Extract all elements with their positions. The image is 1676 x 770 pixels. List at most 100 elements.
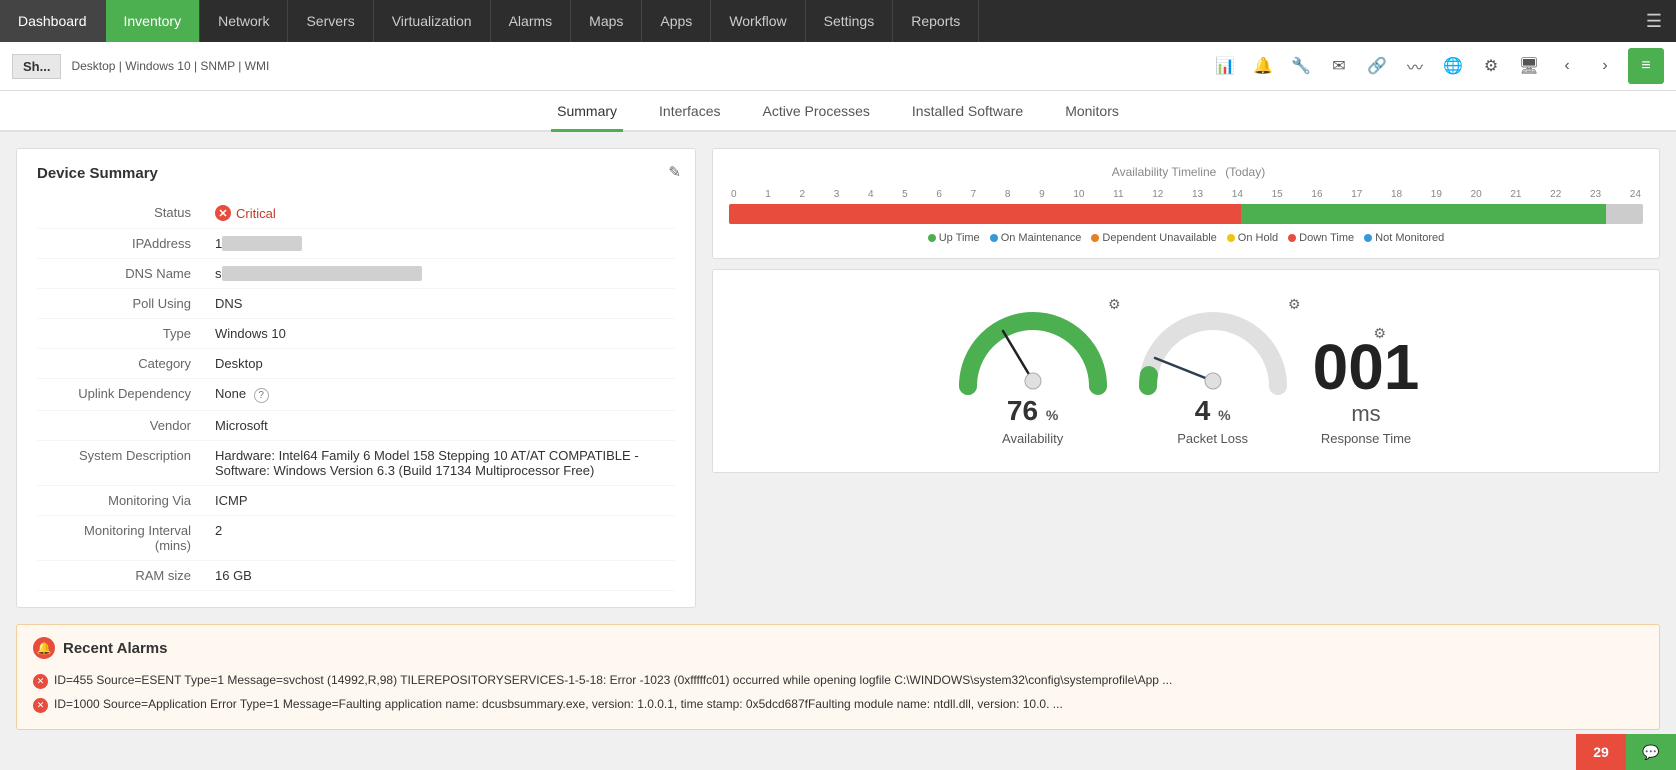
email-icon[interactable]: ✉ xyxy=(1324,51,1354,81)
availability-label: Availability xyxy=(1002,431,1063,446)
monitor-icon[interactable]: 🖥 xyxy=(1514,51,1544,81)
tab-active-processes[interactable]: Active Processes xyxy=(757,91,876,132)
field-ram-value: 16 GB xyxy=(207,561,675,591)
dns-blurred xyxy=(222,266,422,281)
device-summary-title: Device Summary xyxy=(37,165,675,182)
field-dns-label: DNS Name xyxy=(37,259,207,289)
alarms-title-text: Recent Alarms xyxy=(63,640,168,657)
field-ip: IPAddress 1 xyxy=(37,229,675,259)
critical-text: Critical xyxy=(236,206,276,221)
field-vendor-label: Vendor xyxy=(37,411,207,441)
legend-onhold: On Hold xyxy=(1227,232,1278,244)
nav-virtualization[interactable]: Virtualization xyxy=(374,0,491,42)
tools-icon[interactable]: 🔧 xyxy=(1286,51,1316,81)
gauges-card: ⚙ 76 % Availability xyxy=(712,269,1660,473)
device-meta: Desktop | Windows 10 | SNMP | WMI xyxy=(71,59,269,73)
field-monitoring-interval-label: Monitoring Interval (mins) xyxy=(37,516,207,561)
hamburger-menu-button[interactable]: ☰ xyxy=(1632,0,1676,42)
settings-icon[interactable]: ⚙ xyxy=(1476,51,1506,81)
field-type-value: Windows 10 xyxy=(207,319,675,349)
ip-blurred xyxy=(222,236,302,251)
back-icon[interactable]: ‹ xyxy=(1552,51,1582,81)
uplink-text: None xyxy=(215,386,246,401)
gauge-settings-icon-3[interactable]: ⚙ xyxy=(1373,325,1386,342)
legend-dependent: Dependent Unavailable xyxy=(1091,232,1216,244)
ip-prefix: 1 xyxy=(215,236,222,251)
nav-inventory[interactable]: Inventory xyxy=(106,0,201,42)
nav-network[interactable]: Network xyxy=(200,0,288,42)
nav-servers[interactable]: Servers xyxy=(288,0,373,42)
nav-settings[interactable]: Settings xyxy=(806,0,894,42)
device-name-badge: Sh... xyxy=(12,54,61,79)
info-table: Status ✕ Critical IPAddress 1 DNS Name xyxy=(37,198,675,591)
link-icon[interactable]: 🔗 xyxy=(1362,51,1392,81)
field-vendor: Vendor Microsoft xyxy=(37,411,675,441)
nav-alarms[interactable]: Alarms xyxy=(491,0,572,42)
field-sysdesc-label: System Description xyxy=(37,441,207,486)
action-button[interactable]: ≡ xyxy=(1628,48,1664,84)
field-ip-label: IPAddress xyxy=(37,229,207,259)
timeline-numbers: 0123456789101112131415161718192021222324 xyxy=(729,189,1643,200)
legend-maintenance: On Maintenance xyxy=(990,232,1082,244)
field-vendor-value: Microsoft xyxy=(207,411,675,441)
field-ip-value: 1 xyxy=(207,229,675,259)
alarm-count-badge[interactable]: 29 xyxy=(1576,734,1626,770)
field-dns-value: s xyxy=(207,259,675,289)
help-icon[interactable]: ? xyxy=(254,388,269,403)
avail-title-text: Availability Timeline xyxy=(1112,165,1217,179)
field-poll: Poll Using DNS xyxy=(37,289,675,319)
field-poll-label: Poll Using xyxy=(37,289,207,319)
availability-unit: % xyxy=(1046,407,1058,423)
alert-icon[interactable]: 🔔 xyxy=(1248,51,1278,81)
field-uplink-value: None ? xyxy=(207,379,675,411)
legend-downtime: Down Time xyxy=(1288,232,1354,244)
field-monitoring-interval: Monitoring Interval (mins) 2 xyxy=(37,516,675,561)
top-nav: Dashboard Inventory Network Servers Virt… xyxy=(0,0,1676,42)
field-uplink: Uplink Dependency None ? xyxy=(37,379,675,411)
nav-dashboard[interactable]: Dashboard xyxy=(0,0,106,42)
field-type-label: Type xyxy=(37,319,207,349)
tab-interfaces[interactable]: Interfaces xyxy=(653,91,726,132)
gauges-row: ⚙ 76 % Availability xyxy=(729,286,1643,456)
alarm-error-icon-1: ✕ xyxy=(33,698,48,713)
field-category-label: Category xyxy=(37,349,207,379)
field-sysdesc-value: Hardware: Intel64 Family 6 Model 158 Ste… xyxy=(207,441,675,486)
tab-monitors[interactable]: Monitors xyxy=(1059,91,1125,132)
main-content: Device Summary ✎ Status ✕ Critical IPAdd… xyxy=(0,132,1676,624)
chat-badge[interactable]: 💬 xyxy=(1626,734,1676,770)
tab-summary[interactable]: Summary xyxy=(551,91,623,132)
alarm-row-0: ✕ ID=455 Source=ESENT Type=1 Message=svc… xyxy=(33,669,1643,693)
timeline-seg-unmonitored xyxy=(1606,204,1643,224)
nav-workflow[interactable]: Workflow xyxy=(711,0,805,42)
availability-gauge-svg xyxy=(953,296,1113,396)
dns-prefix: s xyxy=(215,266,222,281)
field-category-value: Desktop xyxy=(207,349,675,379)
alarm-text-1: ID=1000 Source=Application Error Type=1 … xyxy=(54,697,1063,711)
tab-installed-software[interactable]: Installed Software xyxy=(906,91,1029,132)
globe-icon[interactable]: 🌐 xyxy=(1438,51,1468,81)
field-status-label: Status xyxy=(37,198,207,229)
avail-title: Availability Timeline (Today) xyxy=(729,163,1643,179)
graph-icon[interactable]: 〰 xyxy=(1400,51,1430,81)
response-time-display: ⚙ 001 ms Response Time xyxy=(1313,335,1420,446)
chart-icon[interactable]: 📊 xyxy=(1210,51,1240,81)
bottom-badges: 29 💬 xyxy=(1576,734,1676,770)
field-sysdesc: System Description Hardware: Intel64 Fam… xyxy=(37,441,675,486)
alarm-row-1: ✕ ID=1000 Source=Application Error Type=… xyxy=(33,693,1643,717)
response-time-value: 001 xyxy=(1313,335,1420,399)
gauge-settings-icon-2[interactable]: ⚙ xyxy=(1288,296,1301,313)
nav-reports[interactable]: Reports xyxy=(893,0,979,42)
nav-maps[interactable]: Maps xyxy=(571,0,642,42)
field-uplink-label: Uplink Dependency xyxy=(37,379,207,411)
nav-apps[interactable]: Apps xyxy=(642,0,711,42)
right-panel: Availability Timeline (Today) 0123456789… xyxy=(696,148,1660,608)
forward-icon[interactable]: › xyxy=(1590,51,1620,81)
gauge-settings-icon-1[interactable]: ⚙ xyxy=(1108,296,1121,313)
packet-loss-gauge-svg xyxy=(1133,296,1293,396)
legend-uptime: Up Time xyxy=(928,232,980,244)
status-critical: ✕ Critical xyxy=(215,205,667,221)
edit-icon[interactable]: ✎ xyxy=(668,163,681,181)
response-time-label: Response Time xyxy=(1321,431,1411,446)
availability-value: 76 % xyxy=(1007,396,1058,427)
device-summary-card: Device Summary ✎ Status ✕ Critical IPAdd… xyxy=(16,148,696,608)
